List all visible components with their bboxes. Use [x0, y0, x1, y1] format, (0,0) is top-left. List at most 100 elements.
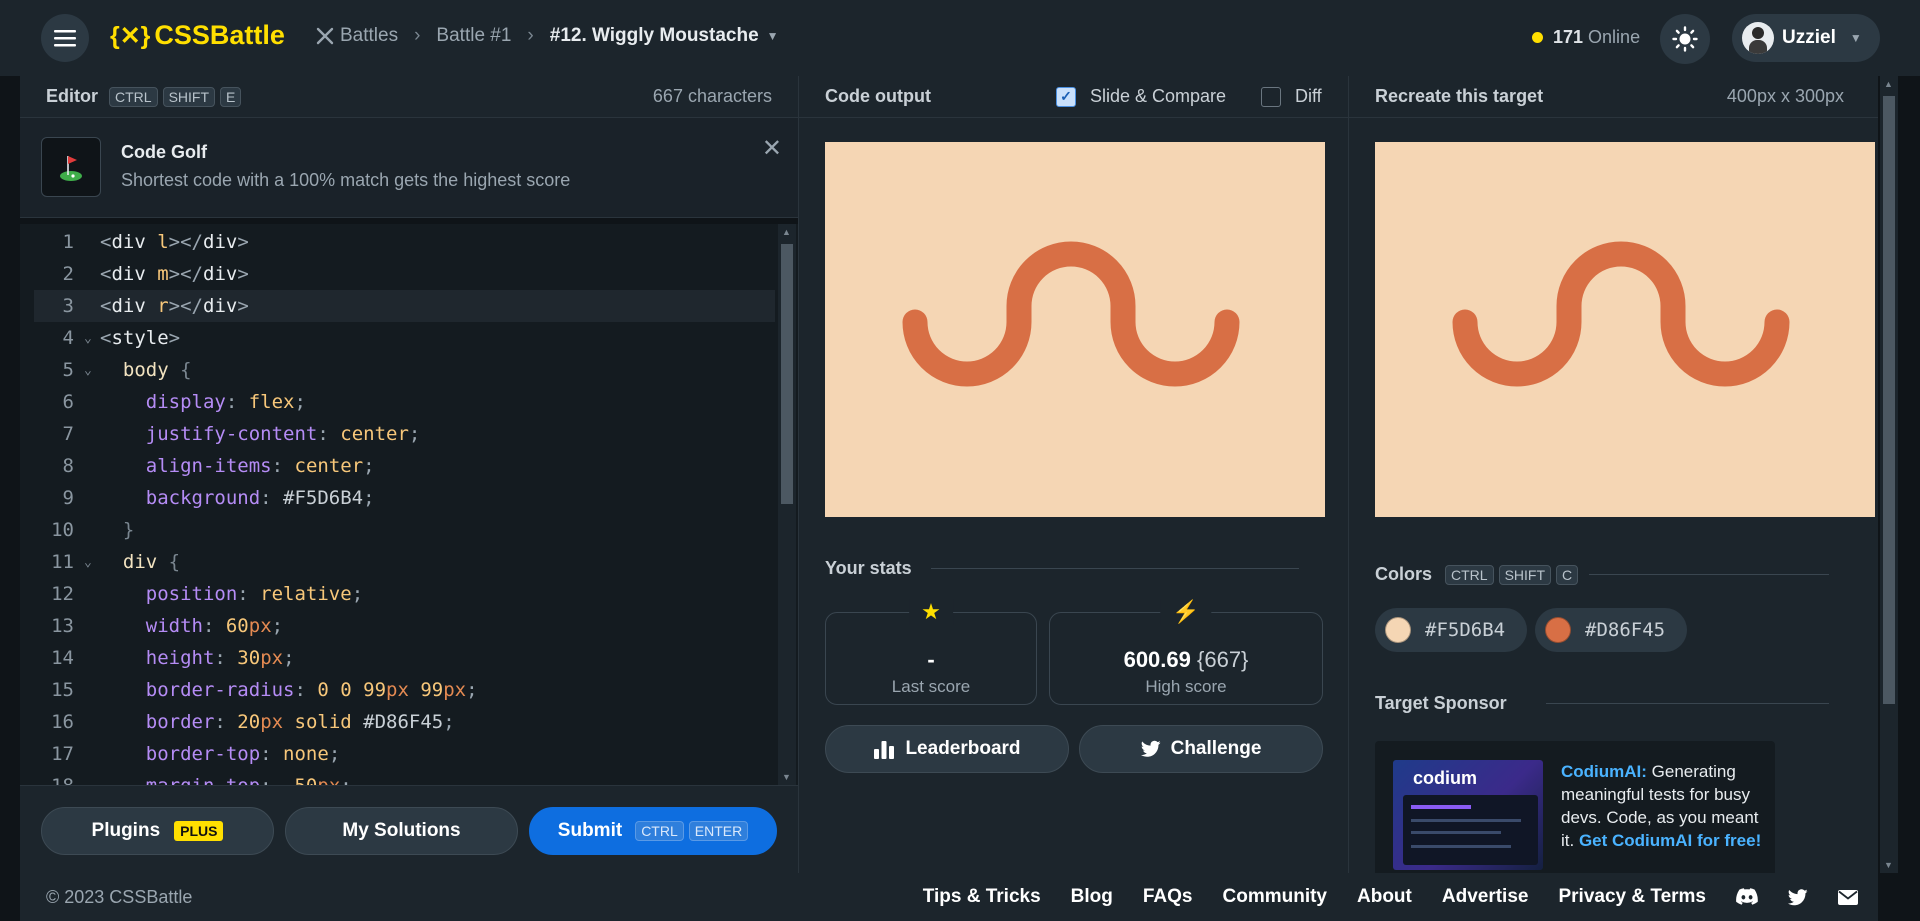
line-number: 13 [51, 615, 74, 637]
breadcrumb: Battles › Battle #1 › #12. Wiggly Mousta… [316, 25, 779, 47]
code-line[interactable]: 10 } [34, 514, 775, 546]
challenge-button[interactable]: Challenge [1079, 725, 1323, 773]
shortcut-key: CTRL [635, 821, 684, 841]
fold-chevron-icon[interactable]: ⌄ [84, 555, 100, 570]
code-line[interactable]: 7 justify-content: center; [34, 418, 775, 450]
fold-chevron-icon[interactable]: ⌄ [84, 331, 100, 346]
mail-icon[interactable] [1838, 889, 1858, 905]
submit-button[interactable]: Submit CTRL ENTER [529, 807, 777, 855]
slide-compare-toggle[interactable]: ✓ Slide & Compare [1056, 86, 1226, 107]
twitter-icon[interactable] [1788, 888, 1808, 906]
fold-chevron-icon[interactable]: ⌄ [84, 363, 100, 378]
footer-link-faqs[interactable]: FAQs [1143, 886, 1193, 908]
line-number: 1 [62, 231, 74, 253]
code-token: body [100, 359, 181, 381]
page-scrollbar[interactable]: ▲ ▼ [1880, 76, 1898, 873]
footer-link-community[interactable]: Community [1223, 886, 1328, 908]
color-hex: #F5D6B4 [1425, 619, 1506, 641]
theme-toggle-button[interactable] [1660, 14, 1710, 64]
page-footer: © 2023 CSSBattle Tips & Tricks Blog FAQs… [20, 873, 1878, 921]
color-swatch-bg[interactable]: #F5D6B4 [1375, 608, 1527, 652]
code-editor[interactable]: 1 <div l></div> 2 <div m></div> 3 <div r></di… [20, 224, 798, 785]
code-token: ; [328, 743, 341, 765]
code-line[interactable]: 13 width: 60px; [34, 610, 775, 642]
target-title: Recreate this target [1375, 86, 1544, 106]
footer-link-blog[interactable]: Blog [1071, 886, 1113, 908]
sponsor-card[interactable]: codium CodiumAI: Generating meaningful t… [1375, 741, 1775, 881]
code-line[interactable]: 16 border: 20px solid #D86F45; [34, 706, 775, 738]
color-swatch-shape[interactable]: #D86F45 [1535, 608, 1687, 652]
code-line[interactable]: 2 <div m></div> [34, 258, 775, 290]
cssbattle-logo[interactable]: {✕} CSSBattle [110, 20, 285, 51]
code-text: align-items: center; [100, 455, 375, 477]
sponsor-cta-link[interactable]: Get CodiumAI for free! [1579, 831, 1761, 850]
code-line[interactable]: 18 margin-top: -50px; [34, 770, 775, 785]
code-line[interactable]: 12 position: relative; [34, 578, 775, 610]
shortcut-key: CTRL [1445, 564, 1494, 585]
scroll-down-icon[interactable]: ▼ [782, 772, 791, 782]
close-icon[interactable]: ✕ [762, 134, 782, 163]
target-image[interactable] [1375, 142, 1875, 517]
sponsor-screenshot [1403, 795, 1538, 865]
code-text: <div r></div> [100, 295, 249, 317]
code-line[interactable]: 17 border-top: none; [34, 738, 775, 770]
code-token: : [260, 775, 283, 785]
code-line[interactable]: 6 display: flex; [34, 386, 775, 418]
code-output-canvas[interactable] [825, 142, 1325, 517]
code-token: ; [363, 487, 375, 509]
diff-toggle[interactable]: Diff [1261, 86, 1322, 107]
scrollbar-thumb[interactable] [781, 244, 793, 504]
line-number: 16 [51, 711, 74, 733]
footer-link-advertise[interactable]: Advertise [1442, 886, 1529, 908]
code-token: border [145, 711, 215, 733]
current-target-title[interactable]: #12. Wiggly Moustache [550, 25, 759, 47]
scroll-up-icon[interactable]: ▲ [782, 227, 791, 237]
chevron-right-icon: › [414, 25, 421, 46]
high-score-value: 600.69 {667} [1050, 647, 1322, 673]
breadcrumb-battle[interactable]: Battle #1 [436, 25, 511, 47]
sponsor-image[interactable]: codium [1393, 760, 1543, 870]
checkbox-checked-icon[interactable]: ✓ [1056, 86, 1076, 107]
sponsor-name[interactable]: CodiumAI: [1561, 762, 1647, 781]
code-line[interactable]: 9 background: #F5D6B4; [34, 482, 775, 514]
chevron-down-icon[interactable]: ▼ [767, 29, 779, 43]
plugins-button[interactable]: Plugins PLUS [41, 807, 274, 855]
footer-link-about[interactable]: About [1357, 886, 1412, 908]
breadcrumb-battles[interactable]: Battles [340, 25, 398, 47]
scrollbar-thumb[interactable] [1883, 96, 1895, 704]
output-title: Code output [825, 86, 931, 106]
code-line[interactable]: 15 border-radius: 0 0 99px 99px; [34, 674, 775, 706]
code-line[interactable]: 14 height: 30px; [34, 642, 775, 674]
code-token: : [214, 711, 238, 733]
code-line[interactable]: 3 <div r></div> [34, 290, 775, 322]
code-token: ; [283, 647, 295, 669]
footer-link-tips[interactable]: Tips & Tricks [923, 886, 1041, 908]
code-golf-banner: Code Golf Shortest code with a 100% matc… [20, 118, 798, 218]
code-token: ></ [168, 231, 203, 253]
leaderboard-button[interactable]: Leaderboard [825, 725, 1069, 773]
scroll-down-icon[interactable]: ▼ [1884, 860, 1893, 870]
footer-link-privacy[interactable]: Privacy & Terms [1558, 886, 1706, 908]
code-line[interactable]: 8 align-items: center; [34, 450, 775, 482]
code-text: width: 60px; [100, 615, 283, 637]
discord-icon[interactable] [1736, 888, 1758, 906]
top-header: {✕} CSSBattle Battles › Battle #1 › #12.… [0, 0, 1920, 76]
my-solutions-button[interactable]: My Solutions [285, 807, 518, 855]
code-text: <div m></div> [100, 263, 249, 285]
menu-button[interactable] [41, 14, 89, 62]
scroll-up-icon[interactable]: ▲ [1884, 79, 1893, 89]
checkbox-icon[interactable] [1261, 86, 1281, 107]
online-count: 171 [1553, 27, 1584, 47]
code-line[interactable]: 5 ⌄ body { [34, 354, 775, 386]
code-token: div [111, 295, 158, 317]
code-line[interactable]: 11 ⌄ div { [34, 546, 775, 578]
chevron-right-icon: › [527, 25, 534, 46]
code-token: position [145, 583, 238, 605]
user-menu-button[interactable]: Uzziel ▼ [1732, 14, 1880, 62]
editor-scrollbar[interactable]: ▲ ▼ [778, 224, 796, 785]
code-line[interactable]: 1 <div l></div> [34, 226, 775, 258]
high-score-card: ⚡ 600.69 {667} High score [1049, 599, 1323, 705]
code-line[interactable]: 4 ⌄ <style> [34, 322, 775, 354]
